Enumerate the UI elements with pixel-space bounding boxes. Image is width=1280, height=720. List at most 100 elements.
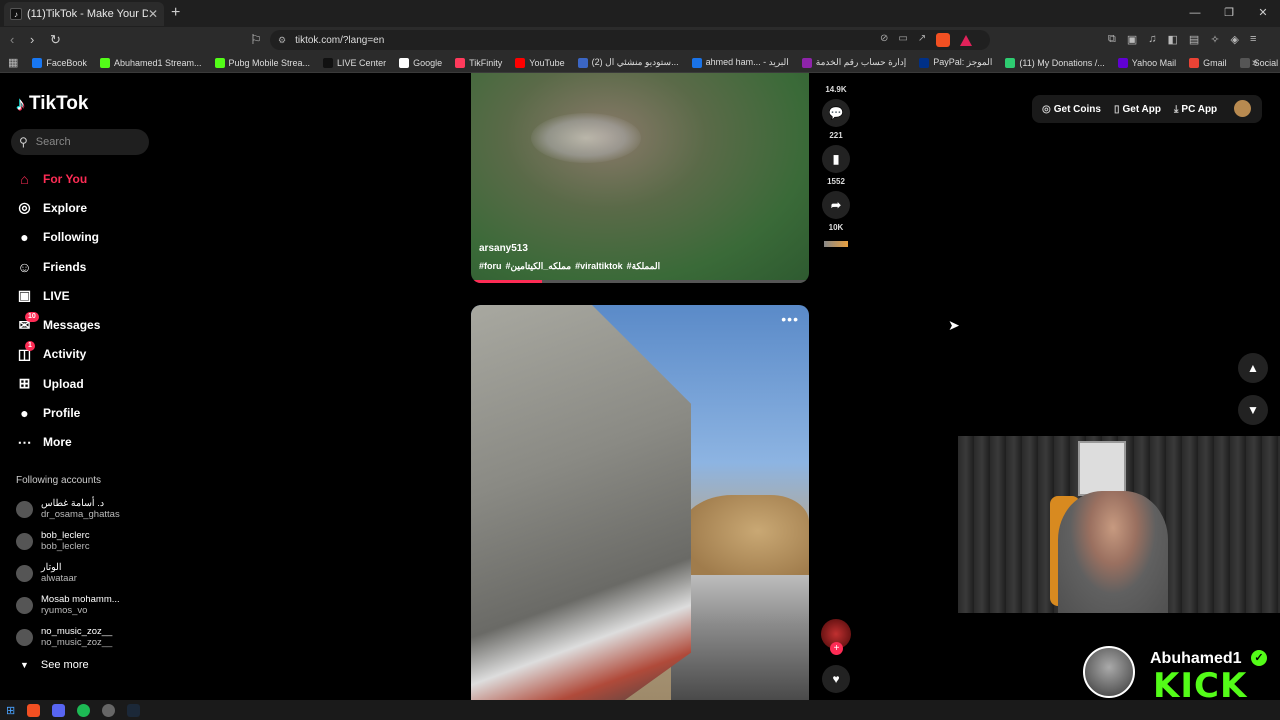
apps-grid-icon[interactable]: ▦ xyxy=(8,56,18,69)
tab-close-icon[interactable]: ✕ xyxy=(148,7,158,21)
nav-label: LIVE xyxy=(43,288,70,303)
site-info-icon[interactable]: ⚙ xyxy=(278,35,286,46)
tiktok-logo[interactable]: ♪ TikTok xyxy=(16,93,88,115)
video2-actions: + ♥ xyxy=(820,619,852,693)
bookmark-item[interactable]: PayPal: الموجز xyxy=(919,57,992,68)
nav-item-for-you[interactable]: ⌂ For You xyxy=(16,164,100,193)
media-icon[interactable]: ♫ xyxy=(1148,33,1156,46)
bookmark-item[interactable]: Abuhamed1 Stream... xyxy=(99,57,202,68)
hashtag-link[interactable]: #المملكة xyxy=(627,261,660,272)
cast-icon[interactable]: ▭ xyxy=(898,33,907,47)
hashtag-link[interactable]: #viraltiktok xyxy=(575,261,623,272)
video-username[interactable]: arsany513 xyxy=(479,243,528,254)
get-app-button[interactable]: ▯ Get App xyxy=(1114,104,1161,115)
bookmark-item[interactable]: Social xyxy=(1239,57,1278,68)
extensions-icon[interactable]: ⧉ xyxy=(1108,33,1116,46)
obs-taskbar-icon[interactable] xyxy=(102,703,116,717)
no-tracking-icon[interactable]: ⊘ xyxy=(880,33,888,47)
heart-icon: ♥ xyxy=(832,672,840,686)
sidebar-icon[interactable]: ◧ xyxy=(1168,33,1178,46)
next-video-button[interactable]: ▼ xyxy=(1238,395,1268,425)
bookmark-item[interactable]: ahmed ham... - البريد xyxy=(691,57,789,68)
nav-item-following[interactable]: ● Following xyxy=(16,223,100,252)
more-icon: ⋯ xyxy=(17,433,32,450)
share-button[interactable]: ➦ xyxy=(822,191,850,219)
restore-icon[interactable]: ❐ xyxy=(1212,0,1246,27)
forward-icon[interactable]: › xyxy=(30,32,34,47)
bookmark-item[interactable]: LIVE Center xyxy=(323,57,386,68)
wallet2-icon[interactable]: ▤ xyxy=(1189,33,1199,46)
steam-taskbar-icon[interactable] xyxy=(127,703,141,717)
bookmark-item[interactable]: Yahoo Mail xyxy=(1117,57,1176,68)
creator-avatar[interactable]: + xyxy=(821,619,851,655)
following-account-item[interactable]: الوتار alwataar xyxy=(16,557,120,589)
back-icon[interactable]: ‹ xyxy=(10,32,14,47)
nav-item-upload[interactable]: ⊞ Upload xyxy=(16,369,100,398)
save-button[interactable]: ▮ xyxy=(822,145,850,173)
following-account-item[interactable]: د. أسامة غطاس dr_osama_ghattas xyxy=(16,493,120,525)
see-more-button[interactable]: ▼ See more xyxy=(20,659,89,671)
following-account-item[interactable]: bob_leclerc bob_leclerc xyxy=(16,525,120,557)
share-icon[interactable]: ↗ xyxy=(918,33,926,47)
bookmarks-bar: ▦ FaceBook Abuhamed1 Stream... Pubg Mobile… xyxy=(0,53,1280,73)
hashtag-link[interactable]: #مملكه_الكيتامين xyxy=(506,261,572,272)
bookmark-item[interactable]: Gmail xyxy=(1189,57,1227,68)
brave-taskbar-icon[interactable] xyxy=(27,703,41,717)
video-card-2[interactable]: ••• xyxy=(471,305,809,700)
nav-item-more[interactable]: ⋯ More xyxy=(16,428,100,457)
like-button[interactable]: ♥ xyxy=(822,665,850,693)
search-input[interactable]: ⚲ Search xyxy=(11,129,149,155)
logo-text: TikTok xyxy=(29,93,89,114)
reload-icon[interactable]: ↻ xyxy=(50,32,61,48)
bookmark-item[interactable]: FaceBook xyxy=(32,57,87,68)
minimize-icon[interactable]: — xyxy=(1178,0,1212,27)
bookmark-item[interactable]: (2) ستوديو منشئي ال... xyxy=(577,57,679,68)
wallet-icon[interactable]: ▣ xyxy=(1127,33,1137,46)
comment-button[interactable]: 💬 xyxy=(822,99,850,127)
nav-item-friends[interactable]: ☺ Friends xyxy=(16,252,100,281)
bookmark-item[interactable]: Pubg Mobile Strea... xyxy=(214,57,310,68)
follow-plus-icon[interactable]: + xyxy=(830,642,843,655)
brave-shields-icon[interactable] xyxy=(936,33,951,47)
video-more-options-icon[interactable]: ••• xyxy=(781,311,799,327)
menu-icon[interactable]: ≡ xyxy=(1250,33,1256,46)
video-card-1[interactable]: arsany513 #foru #مملكه_الكيتامين #viraltik… xyxy=(471,73,809,283)
bookmark-favicon-icon xyxy=(214,57,225,68)
nav-item-live[interactable]: ▣ LIVE xyxy=(16,281,100,310)
new-tab-button[interactable]: + xyxy=(171,4,180,22)
pc-app-button[interactable]: ⤓ PC App xyxy=(1174,104,1217,115)
nav-item-explore[interactable]: ◎ Explore xyxy=(16,193,100,222)
nav-item-messages[interactable]: ✉ 10 Messages xyxy=(16,310,100,339)
activity-icon: ◫ 1 xyxy=(16,340,35,363)
bookmark-icon[interactable]: ⚐ xyxy=(250,32,262,48)
vpn-icon[interactable]: ◈ xyxy=(1231,33,1239,46)
discord-taskbar-icon[interactable] xyxy=(52,703,66,717)
user-avatar[interactable] xyxy=(1234,100,1251,117)
hashtag-link[interactable]: #foru xyxy=(479,261,502,272)
close-window-icon[interactable]: ✕ xyxy=(1246,0,1280,27)
sound-disc-icon[interactable] xyxy=(824,241,848,247)
bookmark-item[interactable]: (11) My Donations /... xyxy=(1005,57,1105,68)
bookmark-item[interactable]: Google xyxy=(399,57,442,68)
get-coins-button[interactable]: ◎ Get Coins xyxy=(1042,104,1101,115)
bookmark-favicon-icon xyxy=(1117,57,1128,68)
browser-tab[interactable]: ♪ (11)TikTok - Make Your Day ✕ xyxy=(4,2,164,26)
previous-video-button[interactable]: ▲ xyxy=(1238,353,1268,383)
windows-start-icon[interactable]: ⊞ xyxy=(6,704,15,717)
bookmark-item[interactable]: TikFinity xyxy=(455,57,502,68)
video-frame-cliff xyxy=(681,495,809,585)
video-progress-bar[interactable] xyxy=(471,280,809,283)
following-account-item[interactable]: Mosab mohamm... ryumos_vo xyxy=(16,589,120,621)
following-avatar-icon: ● xyxy=(20,229,29,246)
bookmark-item[interactable]: إدارة حساب رقم الخدمة xyxy=(801,57,906,68)
account-handle: no_music_zoz__ xyxy=(41,637,113,648)
bookmark-favicon-icon xyxy=(1239,57,1250,68)
leo-icon[interactable]: ✧ xyxy=(1210,33,1219,46)
spotify-taskbar-icon[interactable] xyxy=(77,703,91,717)
more-bookmarks-icon[interactable]: » xyxy=(1252,57,1258,69)
brave-rewards-icon[interactable] xyxy=(960,35,973,46)
bookmark-item[interactable]: YouTube xyxy=(515,57,565,68)
nav-item-activity[interactable]: ◫ 1 Activity xyxy=(16,340,100,369)
following-account-item[interactable]: no_music_zoz__ no_music_zoz__ xyxy=(16,621,120,653)
nav-item-profile[interactable]: ● Profile xyxy=(16,398,100,427)
